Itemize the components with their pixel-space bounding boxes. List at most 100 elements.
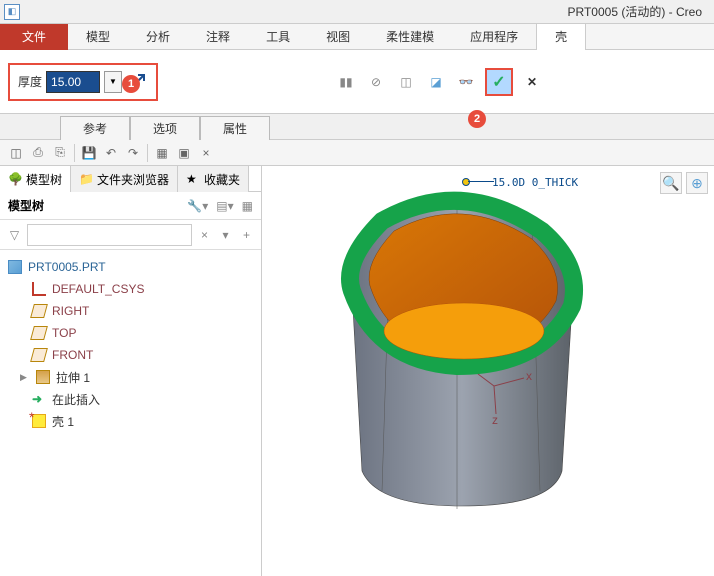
- tree-item-plane[interactable]: FRONT: [4, 344, 257, 366]
- model-tree: PRT0005.PRT DEFAULT_CSYS RIGHT TOP FRONT…: [0, 250, 261, 438]
- tree-root[interactable]: PRT0005.PRT: [4, 256, 257, 278]
- windows-icon[interactable]: ▣: [174, 143, 194, 163]
- subtabs: 参考 选项 属性: [0, 114, 714, 140]
- separator: [74, 144, 75, 162]
- plane-icon: [30, 304, 48, 318]
- sb-tab-fav[interactable]: ★ 收藏夹: [178, 166, 249, 192]
- feature-tool-icons: ▮▮ ⊘ ◫ ◪ 👓 ✓ ✕: [335, 68, 543, 96]
- tree-item-insert[interactable]: ➜ 在此插入: [4, 388, 257, 410]
- copy-icon[interactable]: ⎘: [50, 143, 70, 163]
- viewport[interactable]: 🔍 ⊕ 15.0D 0_THICK: [262, 166, 714, 576]
- tree-header-label: 模型树: [8, 197, 44, 214]
- sb-tab-label: 文件夹浏览器: [97, 171, 169, 188]
- tree-item-label: TOP: [52, 326, 76, 340]
- annotation-badge-1: 1: [122, 75, 140, 93]
- tree-item-label: DEFAULT_CSYS: [52, 282, 144, 296]
- cancel-button[interactable]: ✕: [521, 71, 543, 93]
- clear-filter-icon[interactable]: ×: [196, 226, 213, 244]
- app-icon[interactable]: ◧: [4, 4, 20, 20]
- regen-icon[interactable]: ▦: [152, 143, 172, 163]
- thickness-input[interactable]: [46, 71, 100, 93]
- subtab-props[interactable]: 属性: [200, 116, 270, 140]
- show-icon[interactable]: ▦: [242, 199, 253, 213]
- thickness-group: 厚度 1 ▼: [8, 63, 158, 101]
- tab-file[interactable]: 文件: [0, 24, 68, 50]
- titlebar: ◧ PRT0005 (活动的) - Creo: [0, 0, 714, 24]
- ribbon-tabs: 文件 模型 分析 注释 工具 视图 柔性建模 应用程序 壳: [0, 24, 714, 50]
- ok-button[interactable]: ✓: [485, 68, 513, 96]
- quick-toolbar: ◫ ⎙ ⎘ 💾 ↶ ↷ ▦ ▣ ×: [0, 140, 714, 166]
- ribbon-content: 厚度 1 ▼ ▮▮ ⊘ ◫ ◪ 👓 ✓ ✕: [0, 50, 714, 114]
- part-icon: [8, 260, 22, 274]
- star-icon: ★: [186, 172, 200, 186]
- sb-tab-label: 收藏夹: [204, 171, 240, 188]
- tree-item-label: 拉伸 1: [56, 369, 90, 386]
- tree-item-label: FRONT: [52, 348, 93, 362]
- tree-header: 模型树 🔧▾ ▤▾ ▦: [0, 192, 261, 220]
- tab-model[interactable]: 模型: [68, 24, 128, 50]
- tree-item-label: PRT0005.PRT: [28, 260, 106, 274]
- tab-tools[interactable]: 工具: [248, 24, 308, 50]
- glasses-icon[interactable]: 👓: [455, 71, 477, 93]
- tree-item-label: RIGHT: [52, 304, 89, 318]
- settings-icon[interactable]: 🔧▾: [187, 199, 208, 213]
- annotation-badge-2: 2: [468, 110, 486, 128]
- expand-icon[interactable]: ▶: [20, 372, 30, 383]
- add-icon[interactable]: +: [238, 226, 255, 244]
- window-title: PRT0005 (活动的) - Creo: [568, 3, 702, 20]
- tree-item-label: 壳 1: [52, 413, 74, 430]
- axis-x-label: x: [526, 369, 532, 383]
- tab-annotate[interactable]: 注释: [188, 24, 248, 50]
- tree-item-shell[interactable]: 壳 1: [4, 410, 257, 432]
- zoom-fit-icon[interactable]: 🔍: [660, 172, 682, 194]
- zoom-in-icon[interactable]: ⊕: [686, 172, 708, 194]
- new-icon[interactable]: ◫: [6, 143, 26, 163]
- filter-input[interactable]: [27, 224, 192, 246]
- filter-icon[interactable]: ▽: [6, 226, 23, 244]
- verify-icon[interactable]: ◪: [425, 71, 447, 93]
- arrow-icon: ➜: [32, 392, 46, 406]
- dropdown-icon[interactable]: ▾: [217, 226, 234, 244]
- print-icon[interactable]: ⎙: [28, 143, 48, 163]
- tree-icon: 🌳: [8, 172, 22, 186]
- shell-icon: [32, 414, 46, 428]
- thickness-dropdown[interactable]: ▼: [104, 71, 122, 93]
- tree-item-label: 在此插入: [52, 391, 100, 408]
- pause-icon[interactable]: ▮▮: [335, 71, 357, 93]
- sb-tab-folder[interactable]: 📁 文件夹浏览器: [71, 166, 178, 192]
- tree-header-tools: 🔧▾ ▤▾ ▦: [187, 199, 253, 213]
- sidebar-tabs: 🌳 模型树 📁 文件夹浏览器 ★ 收藏夹: [0, 166, 261, 192]
- folder-icon: 📁: [79, 172, 93, 186]
- thickness-label: 厚度: [18, 73, 42, 90]
- undo-icon[interactable]: ↶: [101, 143, 121, 163]
- main-area: 🌳 模型树 📁 文件夹浏览器 ★ 收藏夹 模型树 🔧▾ ▤▾ ▦ ▽ × ▾ + PR…: [0, 166, 714, 576]
- tab-shell[interactable]: 壳: [536, 24, 586, 50]
- model-3d[interactable]: [282, 171, 602, 511]
- redo-icon[interactable]: ↷: [123, 143, 143, 163]
- tree-filter: ▽ × ▾ +: [0, 220, 261, 250]
- cube-icon[interactable]: ◫: [395, 71, 417, 93]
- sidebar: 🌳 模型树 📁 文件夹浏览器 ★ 收藏夹 模型树 🔧▾ ▤▾ ▦ ▽ × ▾ + PR…: [0, 166, 262, 576]
- tree-item-extrude[interactable]: ▶ 拉伸 1: [4, 366, 257, 388]
- subtab-refs[interactable]: 参考: [60, 116, 130, 140]
- no-preview-icon[interactable]: ⊘: [365, 71, 387, 93]
- sb-tab-modeltree[interactable]: 🌳 模型树: [0, 166, 71, 192]
- csys-display: x z: [474, 366, 544, 429]
- plane-icon: [30, 348, 48, 362]
- tree-item-plane[interactable]: RIGHT: [4, 300, 257, 322]
- axis-z-label: z: [492, 413, 498, 426]
- display-icon[interactable]: ▤▾: [216, 199, 233, 213]
- subtab-options[interactable]: 选项: [130, 116, 200, 140]
- csys-icon: [32, 282, 46, 296]
- tree-item-plane[interactable]: TOP: [4, 322, 257, 344]
- save-icon[interactable]: 💾: [79, 143, 99, 163]
- tree-item-csys[interactable]: DEFAULT_CSYS: [4, 278, 257, 300]
- close-icon[interactable]: ×: [196, 143, 216, 163]
- tab-view[interactable]: 视图: [308, 24, 368, 50]
- sb-tab-label: 模型树: [26, 171, 62, 188]
- tab-flex[interactable]: 柔性建模: [368, 24, 452, 50]
- tab-apps[interactable]: 应用程序: [452, 24, 536, 50]
- view-tools: 🔍 ⊕: [660, 172, 708, 194]
- tab-analysis[interactable]: 分析: [128, 24, 188, 50]
- separator: [147, 144, 148, 162]
